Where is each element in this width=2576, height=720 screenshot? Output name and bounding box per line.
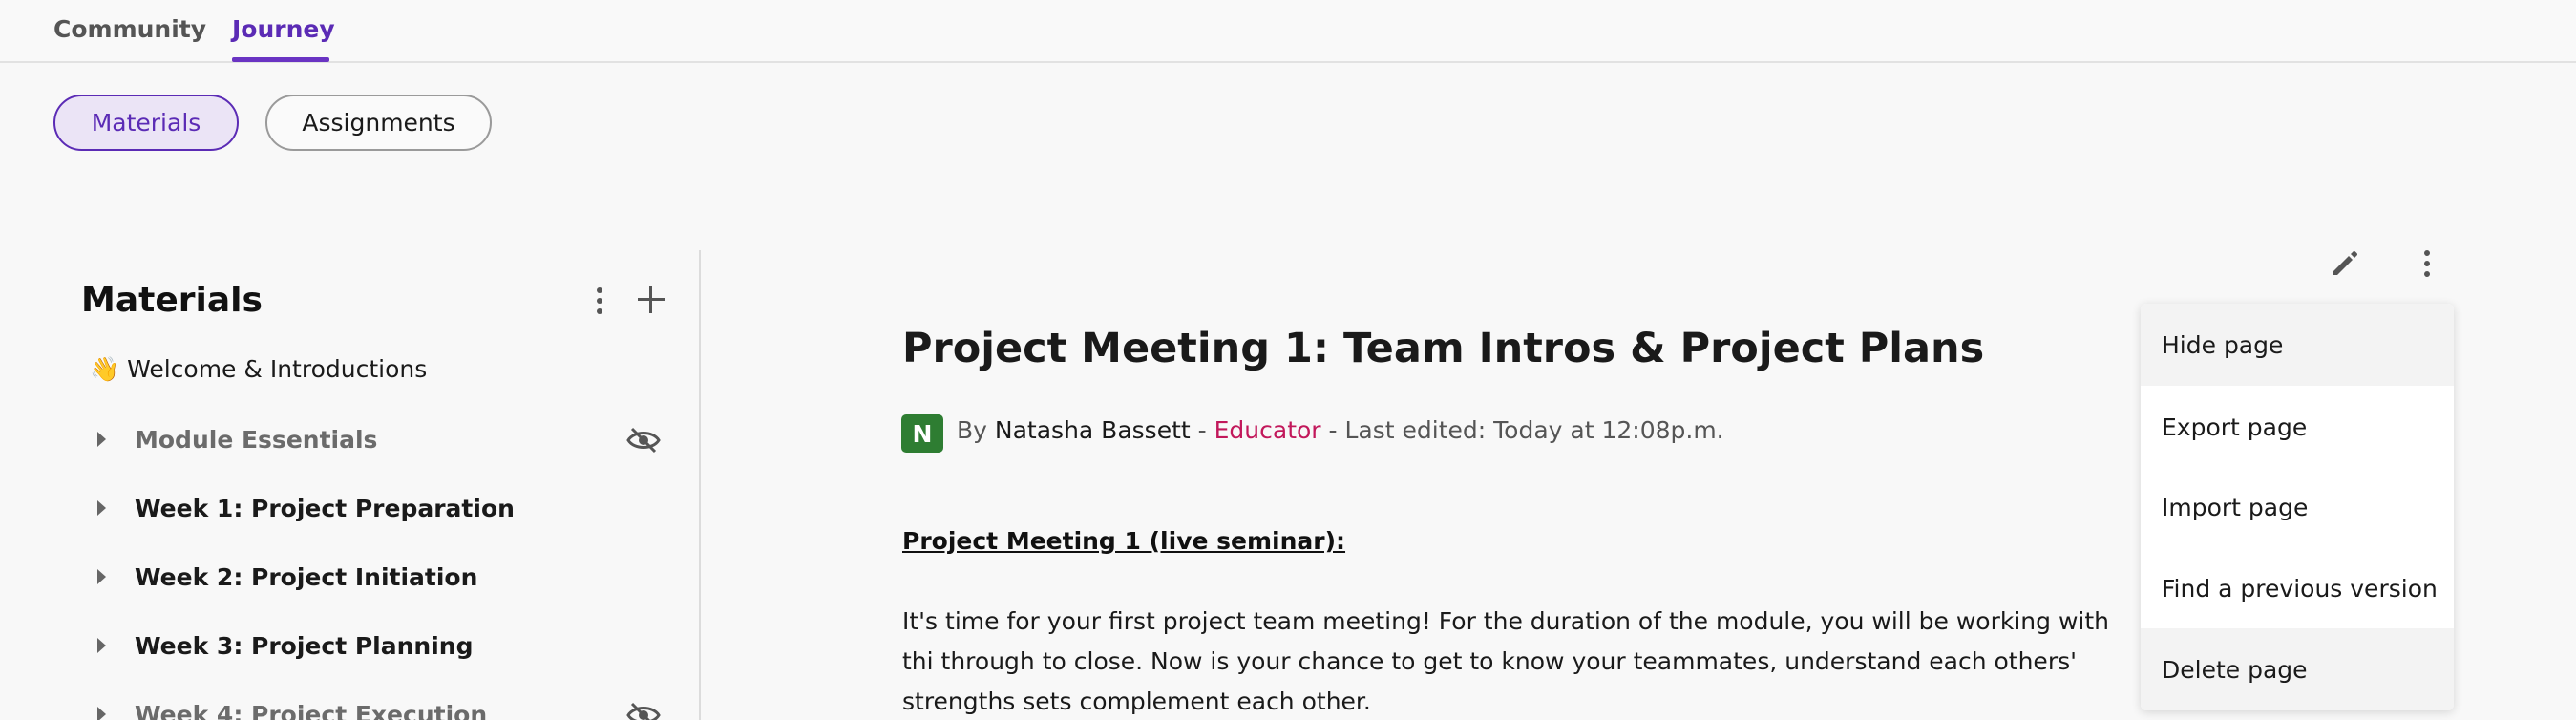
- last-edited: Last edited: Today at 12:08p.m.: [1344, 416, 1724, 444]
- sidebar-title: Materials: [81, 281, 263, 320]
- sidebar-item-module-essentials[interactable]: Module Essentials: [135, 426, 377, 454]
- body-paragraph: It's time for your first project team me…: [902, 607, 2109, 715]
- menu-item-export-page[interactable]: Export page: [2141, 386, 2454, 468]
- page-byline: By Natasha Bassett - Educator - Last edi…: [957, 416, 1724, 444]
- byline-separator: -: [1320, 416, 1345, 444]
- add-material-icon[interactable]: [638, 286, 665, 313]
- menu-item-hide-page[interactable]: Hide page: [2141, 304, 2454, 386]
- page-options-menu: Hide page Export page Import page Find a…: [2141, 304, 2454, 710]
- menu-item-delete-page[interactable]: Delete page: [2141, 628, 2454, 710]
- author-name: Natasha Bassett: [994, 416, 1191, 444]
- materials-pill-button[interactable]: Materials: [53, 95, 239, 151]
- expand-caret-icon[interactable]: [97, 432, 106, 447]
- byline-separator: -: [1190, 416, 1214, 444]
- expand-caret-icon[interactable]: [97, 500, 106, 516]
- page-more-options-icon[interactable]: [2423, 250, 2431, 277]
- author-avatar: N: [901, 414, 943, 453]
- assignments-pill-button[interactable]: Assignments: [265, 95, 492, 151]
- sidebar-divider: [699, 250, 701, 720]
- sidebar-item-week-1[interactable]: Week 1: Project Preparation: [135, 495, 515, 522]
- menu-item-import-page[interactable]: Import page: [2141, 466, 2454, 548]
- menu-item-find-previous-version[interactable]: Find a previous version: [2141, 547, 2454, 629]
- sidebar-item-week-2[interactable]: Week 2: Project Initiation: [135, 563, 477, 591]
- section-heading: Project Meeting 1 (live seminar):: [902, 527, 1346, 555]
- tab-journey[interactable]: Journey: [232, 15, 335, 43]
- expand-caret-icon[interactable]: [97, 707, 106, 720]
- expand-caret-icon[interactable]: [97, 638, 106, 653]
- hidden-eye-icon[interactable]: [625, 426, 662, 455]
- hidden-eye-icon[interactable]: [625, 701, 662, 720]
- byline-prefix: By: [957, 416, 987, 444]
- tab-community[interactable]: Community: [53, 15, 206, 43]
- edit-pencil-icon[interactable]: [2330, 248, 2360, 279]
- active-tab-indicator: [232, 57, 329, 62]
- expand-caret-icon[interactable]: [97, 569, 106, 584]
- top-navigation: Community Journey: [0, 0, 2576, 63]
- sidebar-item-welcome[interactable]: 👋 Welcome & Introductions: [90, 355, 427, 384]
- author-role: Educator: [1214, 416, 1321, 444]
- sidebar-item-week-4[interactable]: Week 4: Project Execution: [135, 701, 487, 720]
- sidebar-more-options-icon[interactable]: [596, 287, 603, 314]
- page-title: Project Meeting 1: Team Intros & Project…: [902, 325, 1985, 372]
- sidebar-item-week-3[interactable]: Week 3: Project Planning: [135, 632, 473, 660]
